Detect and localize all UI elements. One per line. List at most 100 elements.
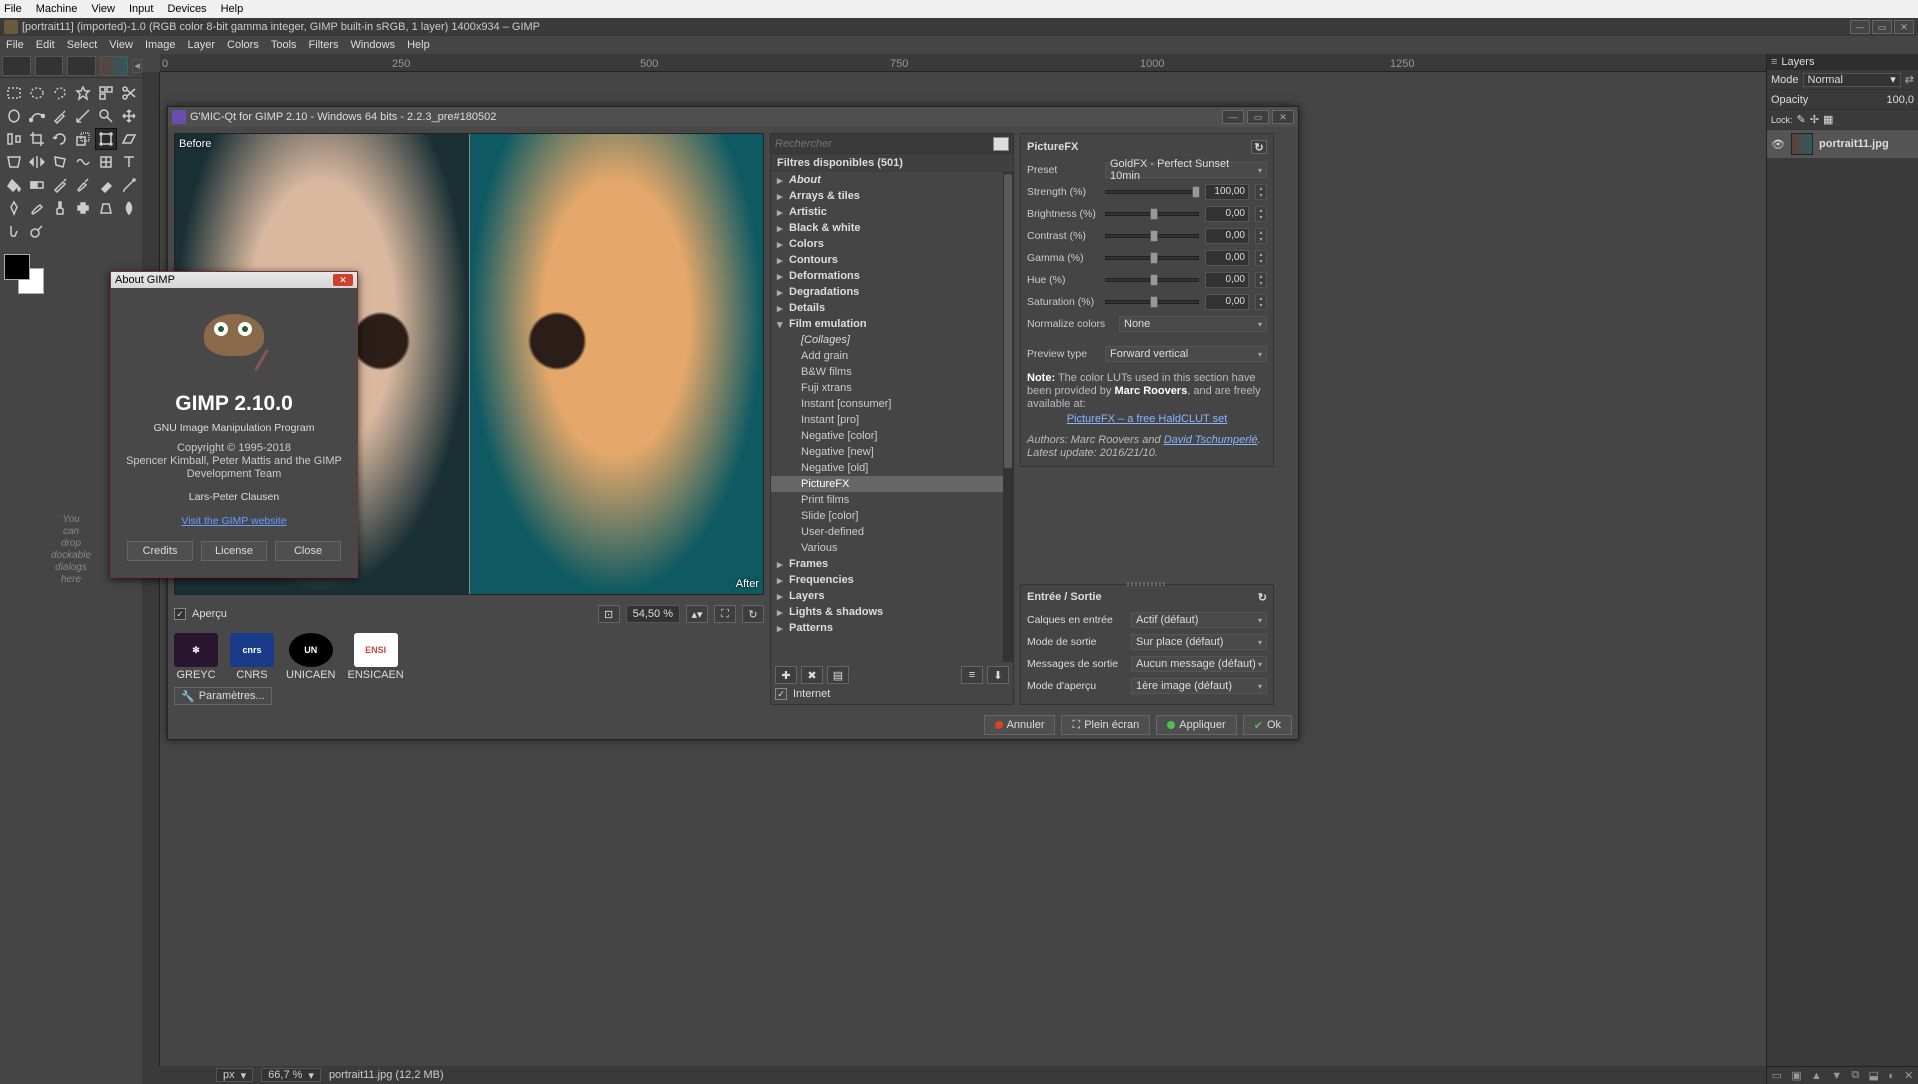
os-menu-view[interactable]: View xyxy=(91,3,115,15)
picturefx-link[interactable]: PictureFX – a free HaldCLUT set xyxy=(1067,413,1228,425)
filter-item-selected[interactable]: PictureFX xyxy=(771,476,1013,492)
minimize-button[interactable]: — xyxy=(1850,20,1870,34)
menu-layer[interactable]: Layer xyxy=(188,39,216,51)
credits-button[interactable]: Credits xyxy=(127,541,193,561)
filter-category[interactable]: ▸Details xyxy=(771,300,1013,316)
duplicate-layer-icon[interactable]: ⧉ xyxy=(1851,1069,1859,1082)
cancel-button[interactable]: Annuler xyxy=(984,715,1056,735)
flip-tool[interactable] xyxy=(26,151,48,173)
perspective-clone-tool[interactable] xyxy=(95,197,117,219)
ink-tool[interactable] xyxy=(3,197,25,219)
menu-image[interactable]: Image xyxy=(145,39,176,51)
zoom-fit-icon[interactable]: ⊡ xyxy=(598,605,620,623)
gmic-titlebar[interactable]: G'MIC-Qt for GIMP 2.10 - Windows 64 bits… xyxy=(168,107,1298,127)
menu-tools[interactable]: Tools xyxy=(271,39,297,51)
internet-label[interactable]: Internet xyxy=(793,688,830,700)
fg-color-swatch[interactable] xyxy=(4,254,30,280)
zoom-spin[interactable]: ▴▾ xyxy=(686,605,708,623)
opacity-value[interactable]: 100,0 xyxy=(1886,94,1914,106)
warp-tool[interactable] xyxy=(72,151,94,173)
close-button[interactable]: ✕ xyxy=(1894,20,1914,34)
settings-button[interactable]: 🔧Paramètres... xyxy=(174,687,272,705)
fuzzy-select-tool[interactable] xyxy=(72,82,94,104)
blur-sharpen-tool[interactable] xyxy=(118,197,140,219)
input-layers-dropdown[interactable]: Actif (défaut)▾ xyxy=(1131,612,1267,628)
filter-category[interactable]: ▸Frames xyxy=(771,556,1013,572)
reset-io-icon[interactable]: ↻ xyxy=(1258,591,1267,604)
os-menu-machine[interactable]: Machine xyxy=(36,3,78,15)
spinner[interactable]: ▴▾ xyxy=(1255,228,1267,244)
rotate-tool[interactable] xyxy=(49,128,71,150)
eraser-tool[interactable] xyxy=(95,174,117,196)
rename-fave-icon[interactable]: ▤ xyxy=(827,666,849,684)
filter-category[interactable]: ▸Black & white xyxy=(771,220,1013,236)
brightness-value[interactable]: 0,00 xyxy=(1205,206,1249,222)
new-group-icon[interactable]: ▣ xyxy=(1791,1069,1801,1082)
fg-bg-colors[interactable] xyxy=(4,254,44,294)
expand-tree-icon[interactable]: ≡ xyxy=(961,666,983,684)
menu-filters[interactable]: Filters xyxy=(309,39,339,51)
paths-tool[interactable] xyxy=(26,105,48,127)
text-tool[interactable] xyxy=(118,151,140,173)
about-titlebar[interactable]: About GIMP ✕ xyxy=(111,272,357,288)
mask-icon[interactable]: ◐ xyxy=(1888,1070,1895,1082)
unknown-tab[interactable] xyxy=(67,56,96,76)
scissors-tool[interactable] xyxy=(118,82,140,104)
filter-category[interactable]: ▸Deformations xyxy=(771,268,1013,284)
about-close-button[interactable]: Close xyxy=(275,541,341,561)
filter-item[interactable]: Fuji xtrans xyxy=(771,380,1013,396)
switch-icon[interactable]: ⇄ xyxy=(1905,73,1914,86)
refresh-preview-icon[interactable]: ↻ xyxy=(742,605,764,623)
filter-item[interactable]: User-defined xyxy=(771,524,1013,540)
lock-alpha-icon[interactable]: ▦ xyxy=(1823,113,1833,126)
gamma-value[interactable]: 0,00 xyxy=(1205,250,1249,266)
perspective-tool[interactable] xyxy=(3,151,25,173)
strength-slider[interactable] xyxy=(1105,190,1199,194)
preview-mode-dropdown[interactable]: 1ère image (défaut)▾ xyxy=(1131,678,1267,694)
os-menu-devices[interactable]: Devices xyxy=(167,3,206,15)
gmic-maximize-button[interactable]: ▭ xyxy=(1247,110,1269,124)
visibility-icon[interactable]: 👁 xyxy=(1771,138,1785,151)
filter-category[interactable]: ▸Layers xyxy=(771,588,1013,604)
dodge-burn-tool[interactable] xyxy=(26,220,48,242)
about-website-link[interactable]: Visit the GIMP website xyxy=(119,515,349,527)
tab-menu-icon[interactable]: ◂ xyxy=(132,59,142,73)
zoom-expand-icon[interactable]: ⛶ xyxy=(714,605,736,623)
menu-view[interactable]: View xyxy=(109,39,133,51)
filter-item[interactable]: [Collages] xyxy=(771,332,1013,348)
hue-slider[interactable] xyxy=(1105,278,1199,282)
paintbrush-tool[interactable] xyxy=(72,174,94,196)
filter-item[interactable]: Instant [consumer] xyxy=(771,396,1013,412)
license-button[interactable]: License xyxy=(201,541,267,561)
previewtype-dropdown[interactable]: Forward vertical▾ xyxy=(1105,346,1267,362)
preview-checkbox[interactable]: ✓ xyxy=(174,608,186,620)
filter-category[interactable]: ▸Frequencies xyxy=(771,572,1013,588)
filter-tree[interactable]: ▸About ▸Arrays & tiles ▸Artistic ▸Black … xyxy=(771,172,1013,662)
smudge-tool[interactable] xyxy=(3,220,25,242)
search-icon[interactable] xyxy=(993,137,1009,151)
filter-item[interactable]: Add grain xyxy=(771,348,1013,364)
output-messages-dropdown[interactable]: Aucun message (défaut)▾ xyxy=(1131,656,1267,672)
gmic-minimize-button[interactable]: — xyxy=(1222,110,1244,124)
cage-tool[interactable] xyxy=(49,151,71,173)
lower-layer-icon[interactable]: ▼ xyxy=(1831,1070,1842,1082)
lock-position-icon[interactable]: ✢ xyxy=(1810,113,1819,126)
resize-handle[interactable] xyxy=(1127,582,1167,586)
menu-select[interactable]: Select xyxy=(67,39,98,51)
normalize-dropdown[interactable]: None▾ xyxy=(1119,316,1267,332)
filter-category[interactable]: ▸Colors xyxy=(771,236,1013,252)
filter-category[interactable]: ▸Arrays & tiles xyxy=(771,188,1013,204)
spinner[interactable]: ▴▾ xyxy=(1255,250,1267,266)
contrast-slider[interactable] xyxy=(1105,234,1199,238)
align-tool[interactable] xyxy=(3,128,25,150)
move-tool[interactable] xyxy=(118,105,140,127)
delete-layer-icon[interactable]: ✕ xyxy=(1904,1069,1913,1082)
toolbox-tab[interactable] xyxy=(2,56,31,76)
measure-tool[interactable] xyxy=(72,105,94,127)
gamma-slider[interactable] xyxy=(1105,256,1199,260)
filter-category[interactable]: ▸Lights & shadows xyxy=(771,604,1013,620)
filter-item[interactable]: B&W films xyxy=(771,364,1013,380)
filter-item[interactable]: Slide [color] xyxy=(771,508,1013,524)
ok-button[interactable]: ✔Ok xyxy=(1243,715,1292,735)
zoom-dropdown[interactable]: 66,7 %▾ xyxy=(261,1068,321,1082)
